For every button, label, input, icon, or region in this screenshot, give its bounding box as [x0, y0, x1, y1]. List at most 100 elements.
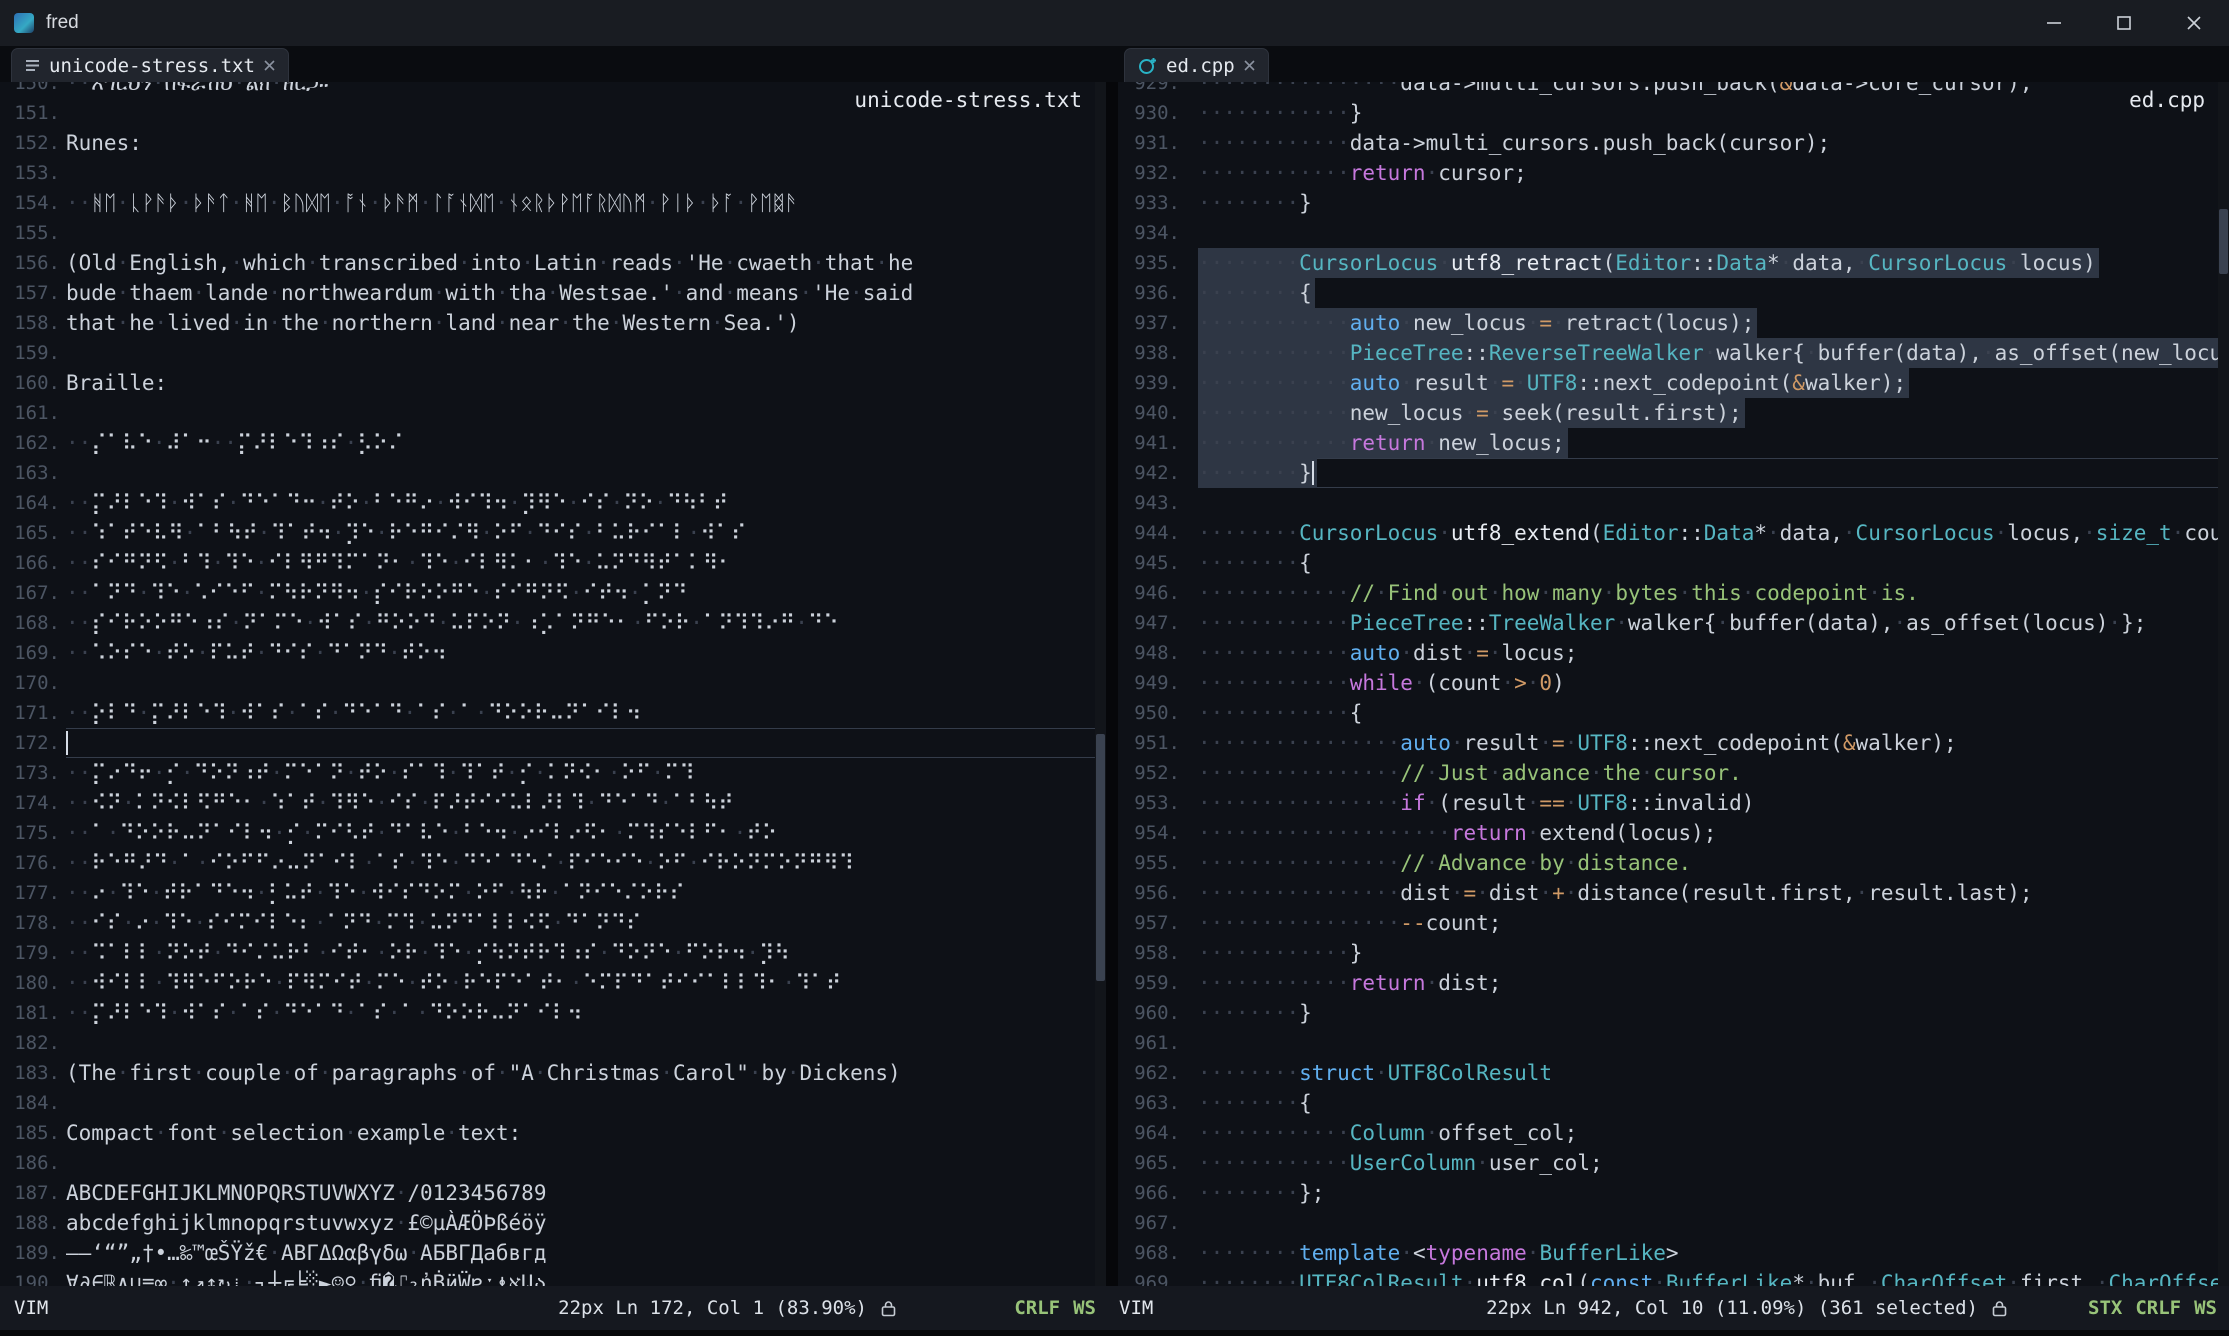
code-line[interactable]: 959.············return·dist; — [1118, 968, 2218, 998]
code-line[interactable]: 190.∀∂∈ℝ∧∪≡∞·↑↗↨↻⇣·┐┼╔╘░►☺♀·ﬁ�⑀₂ἠḂӥẄɐː⍎א… — [0, 1268, 1095, 1286]
code-line[interactable]: 167.··⠁⠝⠙·⠹⠑·⠡⠊⠑⠋·⠍⠳⠗⠝⠻⠲·⡎⠊⠗⠕⠕⠛⠑·⠎⠊⠛⠝⠫·⠊… — [0, 578, 1095, 608]
editor-pane-left[interactable]: 150.··እግርህን·በፍራሽህ·ልክ·ዘርጋ።151.152.Runes:1… — [0, 82, 1106, 1286]
pane-divider[interactable] — [1106, 82, 1118, 1286]
whitespace-dots: ·· — [66, 82, 91, 95]
scrollbar-left[interactable] — [1095, 82, 1106, 1286]
code-line[interactable]: 160.Braille: — [0, 368, 1095, 398]
code-line[interactable]: 945.········{ — [1118, 548, 2218, 578]
code-line[interactable]: 176.··⠗⠑⠛⠜⠙·⠁·⠊⠕⠋⠋⠔⠤⠝⠁⠊⠇·⠁⠎·⠹⠑·⠙⠑⠁⠙⠑⠌·⠏⠊… — [0, 848, 1095, 878]
code-line[interactable]: 950.············{ — [1118, 698, 2218, 728]
maximize-button[interactable] — [2089, 0, 2159, 46]
code-line[interactable]: 165.··⠱⠁⠞⠑⠧⠻·⠁⠃⠳⠞·⠹⠁⠞⠲·⡹⠑·⠗⠑⠛⠊⠌⠻·⠕⠋·⠙⠊⠎·… — [0, 518, 1095, 548]
code-line[interactable]: 933.········} — [1118, 188, 2218, 218]
code-line[interactable]: 169.··⠡⠕⠎⠑·⠞⠕·⠏⠥⠞·⠙⠊⠎·⠙⠁⠝⠙·⠞⠕⠲ — [0, 638, 1095, 668]
code-line[interactable]: 172. — [0, 728, 1095, 758]
code-line[interactable]: 964.············Column·offset_col; — [1118, 1118, 2218, 1148]
code-line[interactable]: 949.············while·(count·>·0) — [1118, 668, 2218, 698]
code-line[interactable]: 930.············} — [1118, 98, 2218, 128]
code-line[interactable]: 958.············} — [1118, 938, 2218, 968]
code-line[interactable]: 931.············data->multi_cursors.push… — [1118, 128, 2218, 158]
code-line[interactable]: 152.Runes: — [0, 128, 1095, 158]
line-number: 181. — [0, 998, 60, 1028]
code-line[interactable]: 159. — [0, 338, 1095, 368]
code-line[interactable]: 161. — [0, 398, 1095, 428]
code-line[interactable]: 968.········template·<typename·BufferLik… — [1118, 1238, 2218, 1268]
code-line[interactable]: 939.············auto·result·=·UTF8::next… — [1118, 368, 2218, 398]
code-line[interactable]: 181.··⡍⠜⠇⠑⠹·⠺⠁⠎·⠁⠎·⠙⠑⠁⠙·⠁⠎·⠁·⠙⠕⠕⠗⠤⠝⠁⠊⠇⠲ — [0, 998, 1095, 1028]
code-line[interactable]: 187.ABCDEFGHIJKLMNOPQRSTUVWXYZ·/01234567… — [0, 1178, 1095, 1208]
code-line[interactable]: 163. — [0, 458, 1095, 488]
text-buffer-right[interactable]: 929.················data->multi_cursors.… — [1118, 82, 2218, 1286]
code-line[interactable]: 946.············//·Find·out·how·many·byt… — [1118, 578, 2218, 608]
code-line[interactable]: 162.··⡌⠁⠧⠑·⠼⠁⠒··⡍⠜⠇⠑⠹⠰⠎·⡣⠕⠌ — [0, 428, 1095, 458]
code-line[interactable]: 185.Compact·font·selection·example·text: — [0, 1118, 1095, 1148]
code-line[interactable]: 189.–—‘“”„†•…‰™œŠŸž€·ΑΒΓΔΩαβγδω·АБВГДабв… — [0, 1238, 1095, 1268]
code-line[interactable]: 936.········{ — [1118, 278, 2218, 308]
code-line[interactable]: 178.··⠊⠎·⠔·⠹⠑·⠎⠊⠍⠊⠇⠑⠆·⠁⠝⠙·⠍⠹·⠥⠝⠙⠁⠇⠇⠪⠫·⠙⠁… — [0, 908, 1095, 938]
code-line[interactable]: 179.··⠩⠁⠇⠇·⠝⠕⠞·⠙⠊⠌⠥⠗⠃·⠊⠞⠂·⠕⠗·⠹⠑·⡊⠳⠝⠞⠗⠹⠰⠎… — [0, 938, 1095, 968]
close-button[interactable] — [2159, 0, 2229, 46]
code-line[interactable]: 188.abcdefghijklmnopqrstuvwxyz·£©µÀÆÖÞßé… — [0, 1208, 1095, 1238]
code-line[interactable]: 168.··⡎⠊⠗⠕⠕⠛⠑⠰⠎·⠝⠁⠍⠑·⠺⠁⠎·⠛⠕⠕⠙·⠥⠏⠕⠝·⠰⡡⠁⠝⠛… — [0, 608, 1095, 638]
code-line[interactable]: 953.················if·(result·==·UTF8::… — [1118, 788, 2218, 818]
code-line[interactable]: 177.··⠔·⠹⠑·⠞⠗⠁⠙⠑⠲·⡃⠥⠞·⠹⠑·⠺⠊⠎⠙⠕⠍·⠕⠋·⠳⠗·⠁⠝… — [0, 878, 1095, 908]
code-line[interactable]: 943. — [1118, 488, 2218, 518]
code-line[interactable]: 955.················//·Advance·by·distan… — [1118, 848, 2218, 878]
code-line[interactable]: 952.················//·Just·advance·the·… — [1118, 758, 2218, 788]
code-line[interactable]: 174.··⠪⠝·⠅⠝⠪⠇⠫⠛⠑⠂·⠱⠁⠞·⠹⠻⠑·⠊⠎·⠏⠜⠞⠊⠊⠥⠇⠜⠇⠹·… — [0, 788, 1095, 818]
code-line[interactable]: 164.··⡍⠜⠇⠑⠹·⠺⠁⠎·⠙⠑⠁⠙⠒·⠞⠕·⠃⠑⠛⠔·⠺⠊⠹⠲·⡹⠻⠑·⠊… — [0, 488, 1095, 518]
line-number: 178. — [0, 908, 60, 938]
code-line[interactable]: 180.··⠺⠊⠇⠇·⠹⠻⠑⠋⠕⠗⠑·⠏⠻⠍⠊⠞·⠍⠑·⠞⠕·⠗⠑⠏⠑⠁⠞⠂·⠑… — [0, 968, 1095, 998]
minimize-button[interactable] — [2019, 0, 2089, 46]
code-line[interactable]: 173.··⡍⠔⠙⠖·⡊·⠙⠕⠝⠰⠞·⠍⠑⠁⠝·⠞⠕·⠎⠁⠹·⠹⠁⠞·⡊·⠅⠝⠪… — [0, 758, 1095, 788]
code-line[interactable]: 947.············PieceTree::TreeWalker·wa… — [1118, 608, 2218, 638]
code-line[interactable]: 935.········CursorLocus·utf8_retract(Edi… — [1118, 248, 2218, 278]
code-line[interactable]: 171.··⡕⠇⠙·⡍⠜⠇⠑⠹·⠺⠁⠎·⠁⠎·⠙⠑⠁⠙·⠁⠎·⠁·⠙⠕⠕⠗⠤⠝⠁… — [0, 698, 1095, 728]
code-line[interactable]: 156.(Old·English,·which·transcribed·into… — [0, 248, 1095, 278]
tab-close-icon[interactable] — [1244, 60, 1255, 71]
code-line[interactable]: 186. — [0, 1148, 1095, 1178]
code-line[interactable]: 954.····················return·extend(lo… — [1118, 818, 2218, 848]
code-line[interactable]: 957.················--count; — [1118, 908, 2218, 938]
code-line[interactable]: 941.············return·new_locus; — [1118, 428, 2218, 458]
code-line[interactable]: 157.bude·thaem·lande·northweardum·with·t… — [0, 278, 1095, 308]
code-line[interactable]: 942.········} — [1118, 458, 2218, 488]
code-line[interactable]: 965.············UserColumn·user_col; — [1118, 1148, 2218, 1178]
scrollbar-thumb-left[interactable] — [1096, 734, 1105, 981]
code-line[interactable]: 963.········{ — [1118, 1088, 2218, 1118]
code-line[interactable]: 932.············return·cursor; — [1118, 158, 2218, 188]
tab-close-icon[interactable] — [264, 60, 275, 71]
code-line[interactable]: 961. — [1118, 1028, 2218, 1058]
code-line[interactable]: 944.········CursorLocus·utf8_extend(Edit… — [1118, 518, 2218, 548]
code-line[interactable]: 969.········UTF8ColResult·utf8_col(const… — [1118, 1268, 2218, 1286]
code-line[interactable]: 960.········} — [1118, 998, 2218, 1028]
text-buffer-left[interactable]: 150.··እግርህን·በፍራሽህ·ልክ·ዘርጋ።151.152.Runes:1… — [0, 82, 1095, 1286]
code-line[interactable]: 966.········}; — [1118, 1178, 2218, 1208]
code-line[interactable]: 184. — [0, 1088, 1095, 1118]
code-line[interactable]: 967. — [1118, 1208, 2218, 1238]
scrollbar-right[interactable] — [2218, 82, 2229, 1286]
code-line[interactable]: 956.················dist·=·dist·+·distan… — [1118, 878, 2218, 908]
code-line[interactable]: 158.that·he·lived·in·the·northern·land·n… — [0, 308, 1095, 338]
code-line[interactable]: 951.················auto·result·=·UTF8::… — [1118, 728, 2218, 758]
code-line[interactable]: 940.············new_locus·=·seek(result.… — [1118, 398, 2218, 428]
editor-pane-right[interactable]: 929.················data->multi_cursors.… — [1118, 82, 2229, 1286]
code-line[interactable]: 934. — [1118, 218, 2218, 248]
tab-unicode-stress-txt[interactable]: unicode-stress.txt — [11, 48, 289, 82]
code-line[interactable]: 155. — [0, 218, 1095, 248]
code-line[interactable]: 175.··⠁·⠙⠕⠕⠗⠤⠝⠁⠊⠇⠲·⡊·⠍⠊⠣⠞·⠙⠁⠧⠑·⠃⠑⠲·⠔⠊⠇⠔⠫… — [0, 818, 1095, 848]
code-line[interactable]: 962.········struct·UTF8ColResult — [1118, 1058, 2218, 1088]
code-line[interactable]: 183.(The·first·couple·of·paragraphs·of·"… — [0, 1058, 1095, 1088]
code-line[interactable]: 948.············auto·dist·=·locus; — [1118, 638, 2218, 668]
scrollbar-thumb-right[interactable] — [2219, 209, 2228, 274]
code-line[interactable]: 937.············auto·new_locus·=·retract… — [1118, 308, 2218, 338]
code-line[interactable]: 938.············PieceTree::ReverseTreeWa… — [1118, 338, 2218, 368]
code-line[interactable]: 154.··ᚻᛖ·ᚳᚹᚫᚦ·ᚦᚫᛏ·ᚻᛖ·ᛒᚢᛞᛖ·ᚩᚾ·ᚦᚫᛗ·ᛚᚪᚾᛞᛖ·ᚾ… — [0, 188, 1095, 218]
code-line[interactable]: 182. — [0, 1028, 1095, 1058]
whitespace-dots: · — [690, 611, 703, 635]
code-line[interactable]: 170. — [0, 668, 1095, 698]
code-line[interactable]: 166.··⠎⠊⠛⠝⠫·⠃⠹·⠹⠑·⠊⠇⠻⠛⠹⠍⠁⠝⠂·⠹⠑·⠊⠇⠻⠅⠂·⠹⠑·… — [0, 548, 1095, 578]
code-line[interactable]: 153. — [0, 158, 1095, 188]
code-line[interactable]: 929.················data->multi_cursors.… — [1118, 82, 2218, 98]
tab-ed-cpp[interactable]: ed.cpp — [1124, 48, 1269, 82]
